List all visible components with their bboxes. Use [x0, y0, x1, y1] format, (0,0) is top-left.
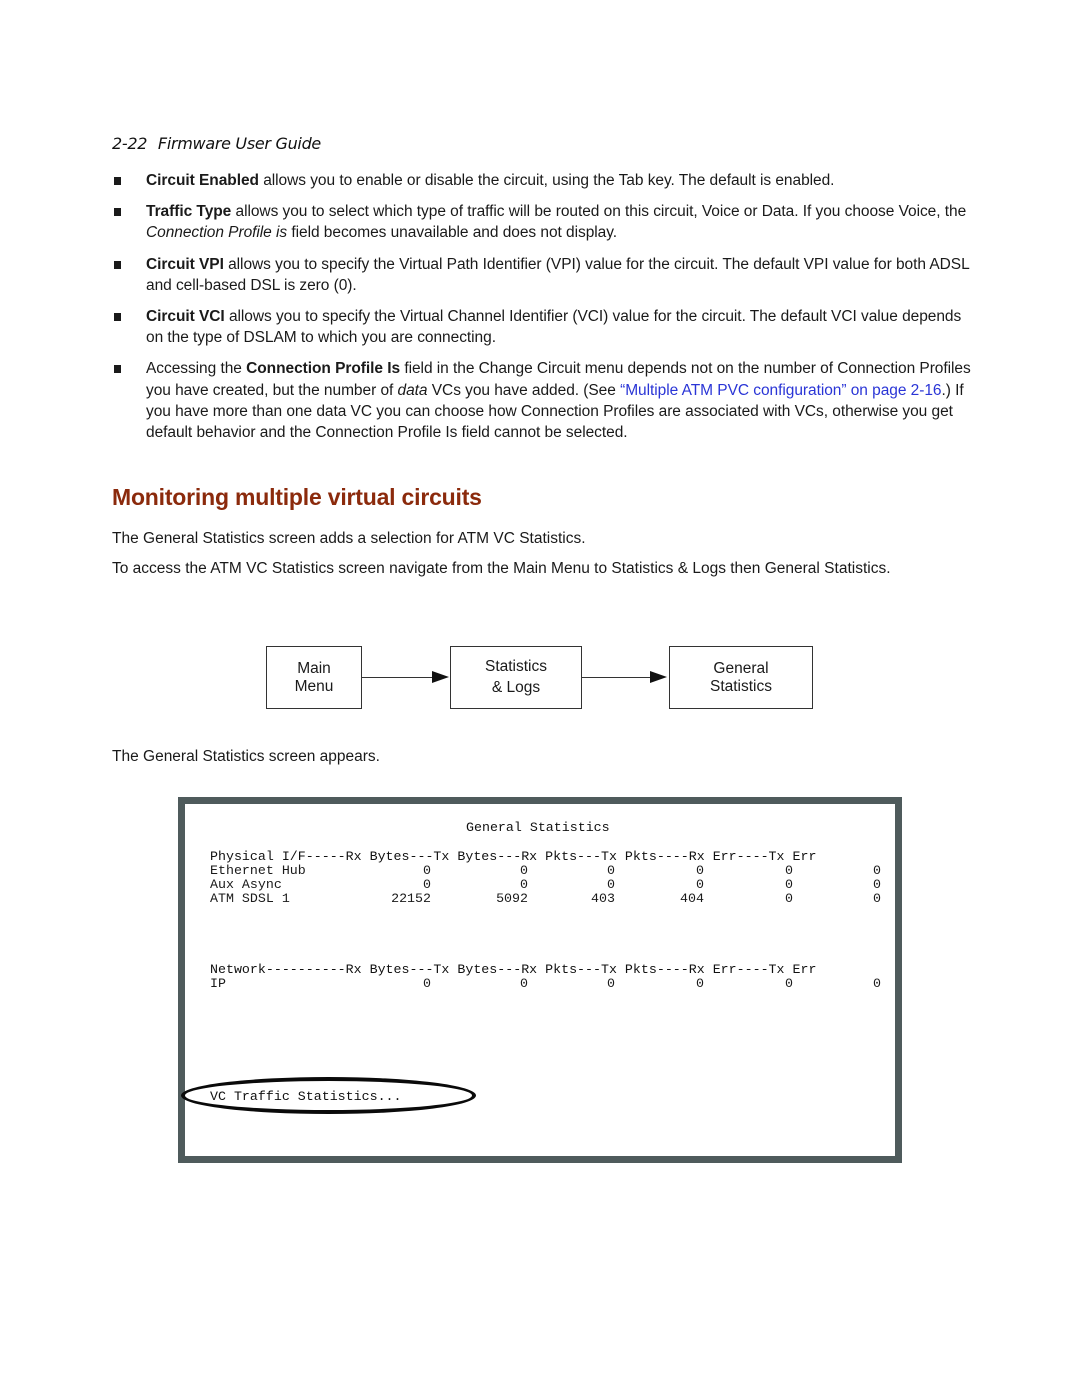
flow-box-general-statistics: General Statistics: [669, 646, 813, 709]
highlight-ellipse: [181, 1077, 476, 1114]
bullet-text: field becomes unavailable and does not d…: [287, 224, 618, 242]
screen-title: General Statistics: [466, 820, 610, 835]
stat-value: 0: [520, 863, 528, 878]
stat-value: 0: [785, 891, 793, 906]
flow-box-main-menu: Main Menu: [266, 646, 362, 709]
flow-label: General: [713, 659, 769, 677]
stat-value: 0: [785, 863, 793, 878]
flow-label: & Logs: [491, 679, 541, 696]
flow-arrow-line: [361, 677, 433, 678]
stat-value: 0: [423, 863, 431, 878]
stat-value: 22152: [391, 891, 431, 906]
stat-value: 0: [423, 976, 431, 991]
bullet-list: Circuit Enabled allows you to enable or …: [112, 170, 972, 453]
physical-interface-header: Physical I/F-----Rx Bytes---Tx Bytes---R…: [210, 849, 817, 864]
bullet-square-icon: [114, 365, 121, 374]
stat-value: 0: [873, 863, 881, 878]
stat-value: 0: [785, 877, 793, 892]
stat-value: 0: [607, 976, 615, 991]
bullet-circuit-vpi: Circuit VPI allows you to specify the Vi…: [112, 254, 972, 296]
navigation-paragraph: To access the ATM VC Statistics screen n…: [112, 560, 891, 577]
bullet-text: Accessing the: [146, 360, 247, 378]
cross-reference-link[interactable]: “Multiple ATM PVC configuration” on page…: [620, 382, 941, 399]
page-header: 2-22 Firmware User Guide: [112, 134, 321, 153]
flow-arrow-line: [581, 677, 651, 678]
term: Circuit Enabled: [146, 172, 259, 189]
bullet-text: allows you to select which type of traff…: [231, 203, 967, 221]
arrow-right-icon: [432, 671, 449, 683]
flow-label: Statistics: [484, 658, 547, 675]
row-name: IP: [210, 976, 226, 991]
section-title: Monitoring multiple virtual circuits: [112, 484, 482, 510]
row-name: Aux Async: [210, 877, 282, 892]
stat-value: 403: [591, 891, 615, 906]
bullet-text: allows you to specify the Virtual Channe…: [146, 308, 962, 347]
stat-value: 0: [873, 891, 881, 906]
term: Traffic Type: [146, 203, 232, 221]
bullet-text: VCs you have added. (See: [427, 381, 621, 399]
stat-value: 404: [680, 891, 704, 906]
bullet-connection-profile: Accessing the Connection Profile Is fiel…: [112, 358, 972, 443]
flow-label: Menu: [294, 677, 334, 695]
stat-value: 0: [520, 976, 528, 991]
stat-value: 0: [520, 877, 528, 892]
stat-value: 0: [873, 976, 881, 991]
stat-value: 5092: [496, 891, 528, 906]
bullet-circuit-vci: Circuit VCI allows you to specify the Vi…: [112, 306, 972, 348]
network-header: Network----------Rx Bytes---Tx Bytes---R…: [210, 962, 817, 977]
intro-paragraph: The General Statistics screen adds a sel…: [112, 530, 586, 547]
page-number: 2-22: [112, 134, 148, 153]
bullet-circuit-enabled: Circuit Enabled allows you to enable or …: [112, 170, 972, 191]
guide-title: Firmware User Guide: [157, 134, 321, 153]
stat-value: 0: [785, 976, 793, 991]
bullet-text: allows you to enable or disable the circ…: [258, 172, 835, 189]
italic-text: Connection Profile is: [146, 224, 288, 242]
stat-value: 0: [696, 976, 704, 991]
row-name: Ethernet Hub: [210, 863, 306, 878]
screen-appears-paragraph: The General Statistics screen appears.: [112, 748, 380, 765]
stat-value: 0: [423, 877, 431, 892]
term: Circuit VCI: [146, 308, 225, 326]
row-name: ATM SDSL 1: [210, 891, 290, 906]
bullet-text: allows you to specify the Virtual Path I…: [146, 255, 970, 294]
flow-box-statistics-logs: Statistics & Logs: [450, 646, 582, 709]
term: Connection Profile Is: [246, 360, 401, 378]
flow-label: Main: [297, 659, 331, 677]
bullet-square-icon: [114, 208, 121, 217]
bullet-square-icon: [114, 313, 121, 322]
stat-value: 0: [873, 877, 881, 892]
arrow-right-icon: [650, 671, 667, 683]
stat-value: 0: [696, 863, 704, 878]
bullet-square-icon: [114, 177, 121, 185]
bullet-square-icon: [114, 260, 121, 269]
term: Circuit VPI: [146, 255, 224, 273]
stat-value: 0: [696, 877, 704, 892]
bullet-traffic-type: Traffic Type allows you to select which …: [112, 201, 972, 243]
flow-label: Statistics: [709, 677, 772, 695]
stat-value: 0: [607, 863, 615, 878]
italic-text: data: [397, 381, 428, 399]
stat-value: 0: [607, 877, 615, 892]
